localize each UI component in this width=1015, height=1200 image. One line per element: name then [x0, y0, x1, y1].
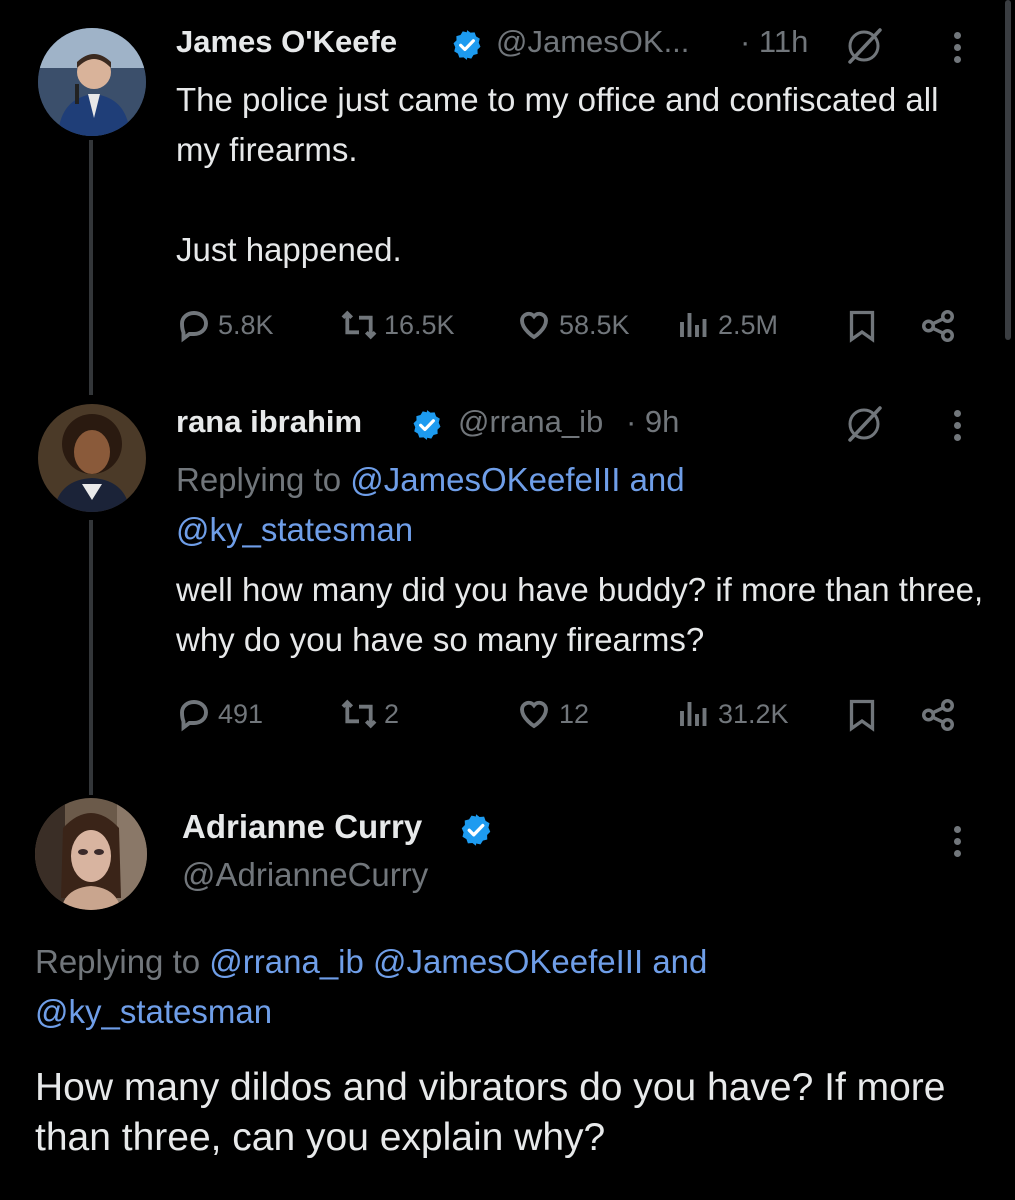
mention-link[interactable]: @ky_statesman — [35, 993, 272, 1030]
author-name[interactable]: rana ibrahim — [176, 404, 362, 440]
share-icon[interactable] — [918, 696, 958, 739]
thread-line — [89, 140, 93, 395]
author-handle[interactable]: @JamesOK... — [496, 24, 689, 60]
tweet-time[interactable]: · 9h — [626, 404, 679, 440]
like-count: 12 — [559, 698, 590, 729]
verified-badge-icon — [450, 28, 484, 62]
share-icon[interactable] — [918, 307, 958, 350]
views-button[interactable]: 31.2K — [676, 696, 789, 732]
more-icon[interactable] — [954, 32, 964, 68]
mention-link[interactable]: @JamesOKeefeIII — [373, 943, 643, 980]
repost-count: 2 — [384, 698, 400, 729]
reply-count: 5.8K — [218, 309, 274, 340]
repost-icon — [341, 699, 377, 729]
avatar[interactable] — [38, 404, 146, 512]
repost-button[interactable]: 16.5K — [340, 307, 455, 343]
mention-and: and — [652, 943, 708, 980]
like-button[interactable]: 58.5K — [515, 307, 630, 343]
reply-count: 491 — [218, 698, 264, 729]
tweet-text: How many dildos and vibrators do you hav… — [35, 1066, 946, 1159]
author-name[interactable]: James O'Keefe — [176, 24, 397, 60]
more-icon[interactable] — [954, 410, 964, 446]
bookmark-icon[interactable] — [844, 696, 880, 739]
replying-prefix: Replying to — [176, 461, 342, 498]
author-handle[interactable]: @AdrianneCurry — [182, 856, 428, 894]
avatar[interactable] — [38, 28, 146, 136]
like-count: 58.5K — [559, 309, 630, 340]
views-count: 2.5M — [718, 309, 779, 340]
repost-button[interactable]: 2 — [340, 696, 399, 732]
bookmark-icon[interactable] — [844, 307, 880, 350]
thread-line — [89, 520, 93, 795]
grok-icon[interactable] — [842, 402, 886, 451]
tweet-time[interactable]: · 11h — [740, 24, 808, 60]
replying-to: Replying to @rrana_ib @JamesOKeefeIII an… — [35, 937, 995, 1037]
author-handle[interactable]: @rrana_ib — [458, 404, 603, 440]
more-icon[interactable] — [954, 826, 964, 862]
avatar[interactable] — [35, 798, 147, 910]
author-name[interactable]: Adrianne Curry — [182, 808, 422, 846]
repost-icon — [341, 310, 377, 340]
scrollbar[interactable] — [1003, 0, 1015, 345]
views-icon — [680, 313, 707, 337]
reply-button[interactable]: 5.8K — [176, 307, 274, 343]
repost-count: 16.5K — [384, 309, 455, 340]
mention-and: and — [629, 461, 685, 498]
scrollbar-thumb[interactable] — [1005, 0, 1011, 340]
like-button[interactable]: 12 — [515, 696, 589, 732]
grok-icon[interactable] — [842, 24, 886, 73]
like-icon — [520, 311, 548, 340]
views-count: 31.2K — [718, 698, 789, 729]
replying-to: Replying to @JamesOKeefeIII and @ky_stat… — [176, 455, 976, 555]
views-button[interactable]: 2.5M — [676, 307, 778, 343]
replying-prefix: Replying to — [35, 943, 201, 980]
reply-icon — [180, 700, 208, 732]
mention-link[interactable]: @ky_statesman — [176, 511, 413, 548]
reply-icon — [180, 311, 208, 343]
mention-link[interactable]: @JamesOKeefeIII — [350, 461, 620, 498]
like-icon — [520, 700, 548, 729]
verified-badge-icon — [410, 408, 444, 442]
tweet-text: well how many did you have buddy? if mor… — [176, 571, 984, 658]
tweet-text: The police just came to my office and co… — [176, 81, 939, 268]
views-icon — [680, 702, 707, 726]
reply-button[interactable]: 491 — [176, 696, 263, 732]
verified-badge-icon — [458, 812, 494, 848]
mention-link[interactable]: @rrana_ib — [209, 943, 364, 980]
